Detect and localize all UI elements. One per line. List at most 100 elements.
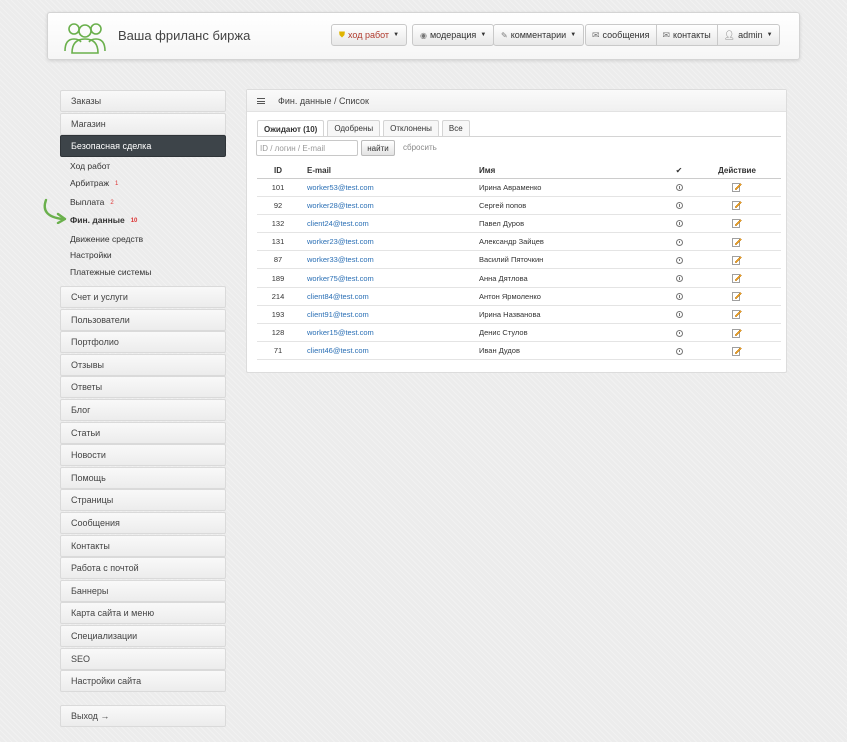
top-header: Ваша фриланс биржа ⛊ ход работ ▼ ◉ модер… — [47, 12, 800, 60]
cell-email-link[interactable]: worker23@test.com — [299, 232, 479, 252]
nav-comments-dropdown[interactable]: ✎ комментарии ▼ — [493, 24, 585, 46]
eye-icon: ◉ — [420, 30, 427, 40]
cell-email-link[interactable]: worker53@test.com — [299, 178, 479, 197]
clock-icon — [675, 184, 683, 192]
logo-icon[interactable] — [62, 19, 108, 55]
cell-name: Денис Стулов — [479, 323, 665, 343]
sidebar-item-orders[interactable]: Заказы — [60, 90, 226, 112]
panel-title: Фин. данные / Список — [278, 96, 369, 106]
cell-email-link[interactable]: client84@test.com — [299, 287, 479, 306]
brand-title[interactable]: Ваша фриланс биржа — [118, 28, 250, 43]
edit-icon[interactable] — [732, 328, 742, 338]
sidebar-item-pages[interactable]: Страницы — [60, 489, 226, 511]
caret-down-icon: ▼ — [766, 32, 773, 38]
cell-email-link[interactable]: client91@test.com — [299, 305, 479, 325]
cell-name: Павел Дуров — [479, 214, 665, 234]
table-header-row: ID E-mail Имя ✔ Действие — [257, 163, 781, 179]
cell-name: Сергей попов — [479, 196, 665, 215]
table-row: 132 client24@test.com Павел Дуров — [257, 214, 781, 234]
tab-all[interactable]: Все — [441, 120, 470, 136]
cell-status — [665, 214, 693, 234]
sidebar-item-billing[interactable]: Счет и услуги — [60, 286, 226, 308]
cell-id: 71 — [257, 341, 299, 361]
table-row: 87 worker33@test.com Василий Пяточкин — [257, 250, 781, 270]
cell-action — [693, 268, 781, 288]
search-button[interactable]: найти — [361, 140, 395, 156]
search-input[interactable] — [256, 140, 358, 156]
edit-icon[interactable] — [732, 218, 742, 229]
tab-rejected[interactable]: Отклонены — [383, 120, 439, 136]
cell-email-link[interactable]: client46@test.com — [299, 341, 479, 361]
caret-down-icon: ▼ — [480, 32, 487, 38]
cell-email-link[interactable]: worker33@test.com — [299, 250, 479, 270]
cell-name: Александр Зайцев — [479, 232, 665, 252]
cell-email-link[interactable]: worker75@test.com — [299, 268, 479, 288]
sidebar-item-news[interactable]: Новости — [60, 444, 226, 466]
edit-icon[interactable] — [732, 200, 742, 211]
clock-icon — [675, 275, 683, 283]
nav-user-label: admin — [738, 30, 763, 40]
user-icon: 👤︎ — [723, 29, 736, 40]
sidebar-item-seo[interactable]: SEO — [60, 648, 226, 670]
tabs-divider — [257, 136, 781, 137]
sidebar-item-mail[interactable]: Работа с почтой — [60, 557, 226, 579]
edit-icon[interactable] — [732, 237, 742, 247]
sidebar-item-banners[interactable]: Баннеры — [60, 580, 226, 602]
menu-icon[interactable] — [257, 98, 265, 104]
tab-approved[interactable]: Одобрены — [327, 120, 381, 136]
edit-icon[interactable] — [732, 182, 742, 192]
tab-pending[interactable]: Ожидают (10) — [257, 120, 325, 137]
nav-progress-dropdown[interactable]: ⛊ ход работ ▼ — [331, 24, 408, 46]
sidebar-sub-progress[interactable]: Ход работ — [70, 161, 110, 171]
sidebar-item-help[interactable]: Помощь — [60, 467, 226, 489]
sidebar-item-answers[interactable]: Ответы — [60, 376, 226, 398]
sidebar-item-safe-deal[interactable]: Безопасная сделка — [60, 135, 226, 157]
cell-id: 101 — [257, 178, 299, 197]
cell-email-link[interactable]: worker15@test.com — [299, 323, 479, 343]
cell-status — [665, 305, 693, 325]
cell-id: 128 — [257, 323, 299, 343]
cell-status — [665, 287, 693, 306]
edit-icon[interactable] — [732, 309, 742, 320]
nav-messages-button[interactable]: ✉ сообщения — [586, 25, 657, 45]
reset-link[interactable]: сбросить — [403, 143, 437, 152]
sidebar-item-shop[interactable]: Магазин — [60, 113, 226, 135]
col-email-header: E-mail — [299, 163, 479, 179]
sidebar-item-articles[interactable]: Статьи — [60, 422, 226, 444]
sidebar-sub-money-flow[interactable]: Движение средств — [70, 234, 143, 244]
sidebar-sub-label: Движение средств — [70, 234, 144, 244]
sidebar-item-users[interactable]: Пользователи — [60, 309, 226, 331]
logout-button[interactable]: Выход → — [60, 705, 226, 727]
col-action-header: Действие — [693, 163, 781, 179]
clock-icon — [675, 202, 683, 210]
sidebar-item-blog[interactable]: Блог — [60, 399, 226, 421]
edit-icon[interactable] — [732, 346, 742, 356]
cell-action — [693, 214, 781, 234]
sidebar-item-contacts[interactable]: Контакты — [60, 535, 226, 557]
sidebar-item-sitemap[interactable]: Карта сайта и меню — [60, 602, 226, 624]
envelope-icon: ✉ — [592, 29, 600, 40]
sidebar-sub-arbitrage[interactable]: Арбитраж 1 — [70, 178, 118, 188]
sidebar-item-reviews[interactable]: Отзывы — [60, 354, 226, 376]
sidebar-item-site-settings[interactable]: Настройки сайта — [60, 670, 226, 692]
nav-contacts-button[interactable]: ✉ контакты — [657, 25, 718, 45]
sidebar-sub-settings[interactable]: Настройки — [70, 250, 112, 260]
edit-icon[interactable] — [732, 291, 742, 302]
sidebar-item-portfolio[interactable]: Портфолио — [60, 331, 226, 353]
nav-user-dropdown[interactable]: 👤︎ admin ▼ — [718, 25, 779, 45]
cell-id: 189 — [257, 268, 299, 288]
cell-action — [693, 196, 781, 215]
sidebar-sub-payment-systems[interactable]: Платежные системы — [70, 267, 151, 277]
sidebar-sub-fin-data[interactable]: Фин. данные 10 — [70, 215, 137, 225]
table-row: 71 client46@test.com Иван Дудов — [257, 341, 781, 361]
table-row: 92 worker28@test.com Сергей попов — [257, 196, 781, 215]
sidebar-item-messages[interactable]: Сообщения — [60, 512, 226, 534]
cell-email-link[interactable]: client24@test.com — [299, 214, 479, 234]
count-badge: 2 — [110, 199, 114, 206]
sidebar-sub-payout[interactable]: Выплата 2 — [70, 197, 114, 207]
nav-moderation-dropdown[interactable]: ◉ модерация ▼ — [412, 24, 495, 46]
cell-email-link[interactable]: worker28@test.com — [299, 196, 479, 215]
edit-icon[interactable] — [732, 273, 742, 283]
edit-icon[interactable] — [732, 255, 742, 265]
sidebar-item-specializations[interactable]: Специализации — [60, 625, 226, 647]
